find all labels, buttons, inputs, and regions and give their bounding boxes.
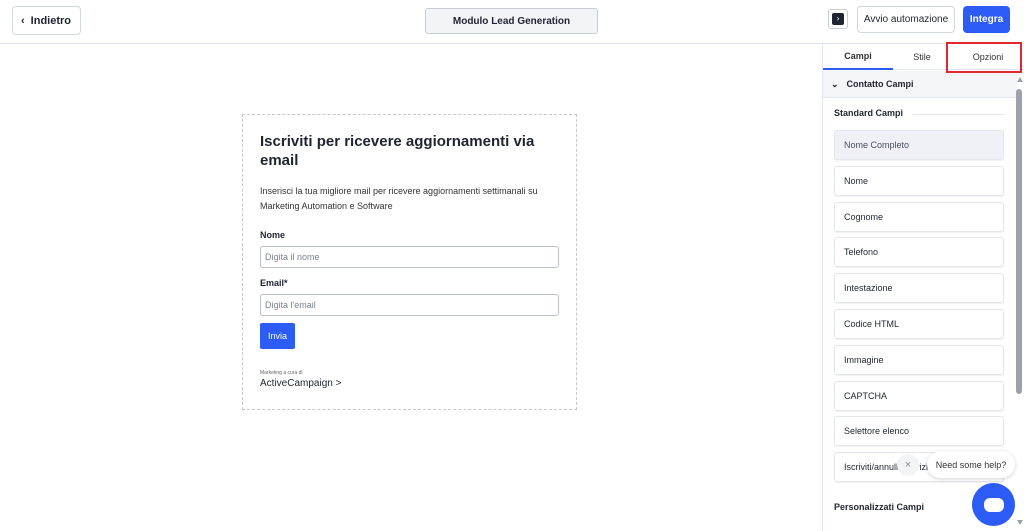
field-item-nome-completo[interactable]: Nome Completo [834, 130, 1004, 160]
email-label: Email* [260, 278, 288, 288]
chevron-down-icon: ⌄ [831, 78, 839, 89]
custom-fields-title: Personalizzati Campi [834, 502, 925, 512]
form-title-button[interactable]: Modulo Lead Generation [425, 8, 598, 34]
help-close-icon[interactable]: × [897, 454, 919, 476]
tab-opzioni[interactable]: Opzioni [951, 44, 1024, 70]
scroll-down-icon[interactable] [1017, 520, 1023, 525]
code-button[interactable]: › [828, 9, 848, 29]
submit-button[interactable]: Invia [260, 323, 295, 349]
integrate-button[interactable]: Integra [963, 6, 1010, 33]
divider [913, 114, 1005, 115]
field-item-intestazione[interactable]: Intestazione [834, 273, 1004, 304]
field-item-codice-html[interactable]: Codice HTML [834, 308, 1004, 339]
help-message[interactable]: Need some help? [927, 451, 1015, 478]
chat-launcher-button[interactable] [972, 483, 1015, 526]
activecampaign-logo: ActiveCampaign > [260, 378, 342, 389]
field-item-telefono[interactable]: Telefono [834, 237, 1004, 268]
form-preview-card[interactable]: Iscriviti per ricevere aggiornamenti via… [242, 114, 577, 410]
field-item-immagine[interactable]: Immagine [834, 344, 1004, 375]
form-description: Inserisci la tua migliore mail per ricev… [260, 186, 538, 211]
top-bar: ‹ Indietro Modulo Lead Generation › Avvi… [0, 0, 1024, 44]
sidebar-scrollbar[interactable] [1015, 77, 1023, 525]
tab-stile[interactable]: Stile [893, 44, 951, 70]
name-input[interactable]: Digita il nome [260, 246, 559, 268]
field-item-cognome[interactable]: Cognome [834, 201, 1004, 232]
standard-fields-list: Nome Completo Nome Cognome Telefono Inte… [834, 130, 1004, 488]
field-item-nome[interactable]: Nome [834, 165, 1004, 196]
start-automation-button[interactable]: Avvio automazione [857, 6, 955, 33]
field-item-captcha[interactable]: CAPTCHA [834, 380, 1004, 411]
form-heading: Iscriviti per ricevere aggiornamenti via… [260, 133, 535, 169]
form-preview-canvas: Iscriviti per ricevere aggiornamenti via… [0, 44, 822, 531]
sidebar-tabs: Campi Stile Opzioni [823, 44, 1024, 70]
terminal-icon: › [832, 13, 844, 25]
chat-icon [983, 497, 1004, 512]
powered-by-text: Marketing a cura di [260, 370, 303, 376]
contact-fields-title: Contatto Campi [846, 79, 914, 89]
scroll-up-icon[interactable] [1017, 77, 1023, 82]
chevron-left-icon: ‹ [21, 14, 25, 27]
tab-campi[interactable]: Campi [823, 44, 893, 70]
scroll-thumb[interactable] [1016, 89, 1022, 394]
back-label: Indietro [30, 14, 72, 27]
back-button[interactable]: ‹ Indietro [12, 6, 81, 35]
name-label: Nome [260, 230, 286, 240]
standard-fields-title: Standard Campi [834, 108, 904, 118]
email-input[interactable]: Digita l'email [260, 294, 559, 316]
contact-fields-header[interactable]: ⌄ Contatto Campi [823, 71, 1017, 98]
field-item-selettore-elenco[interactable]: Selettore elenco [834, 416, 1004, 447]
